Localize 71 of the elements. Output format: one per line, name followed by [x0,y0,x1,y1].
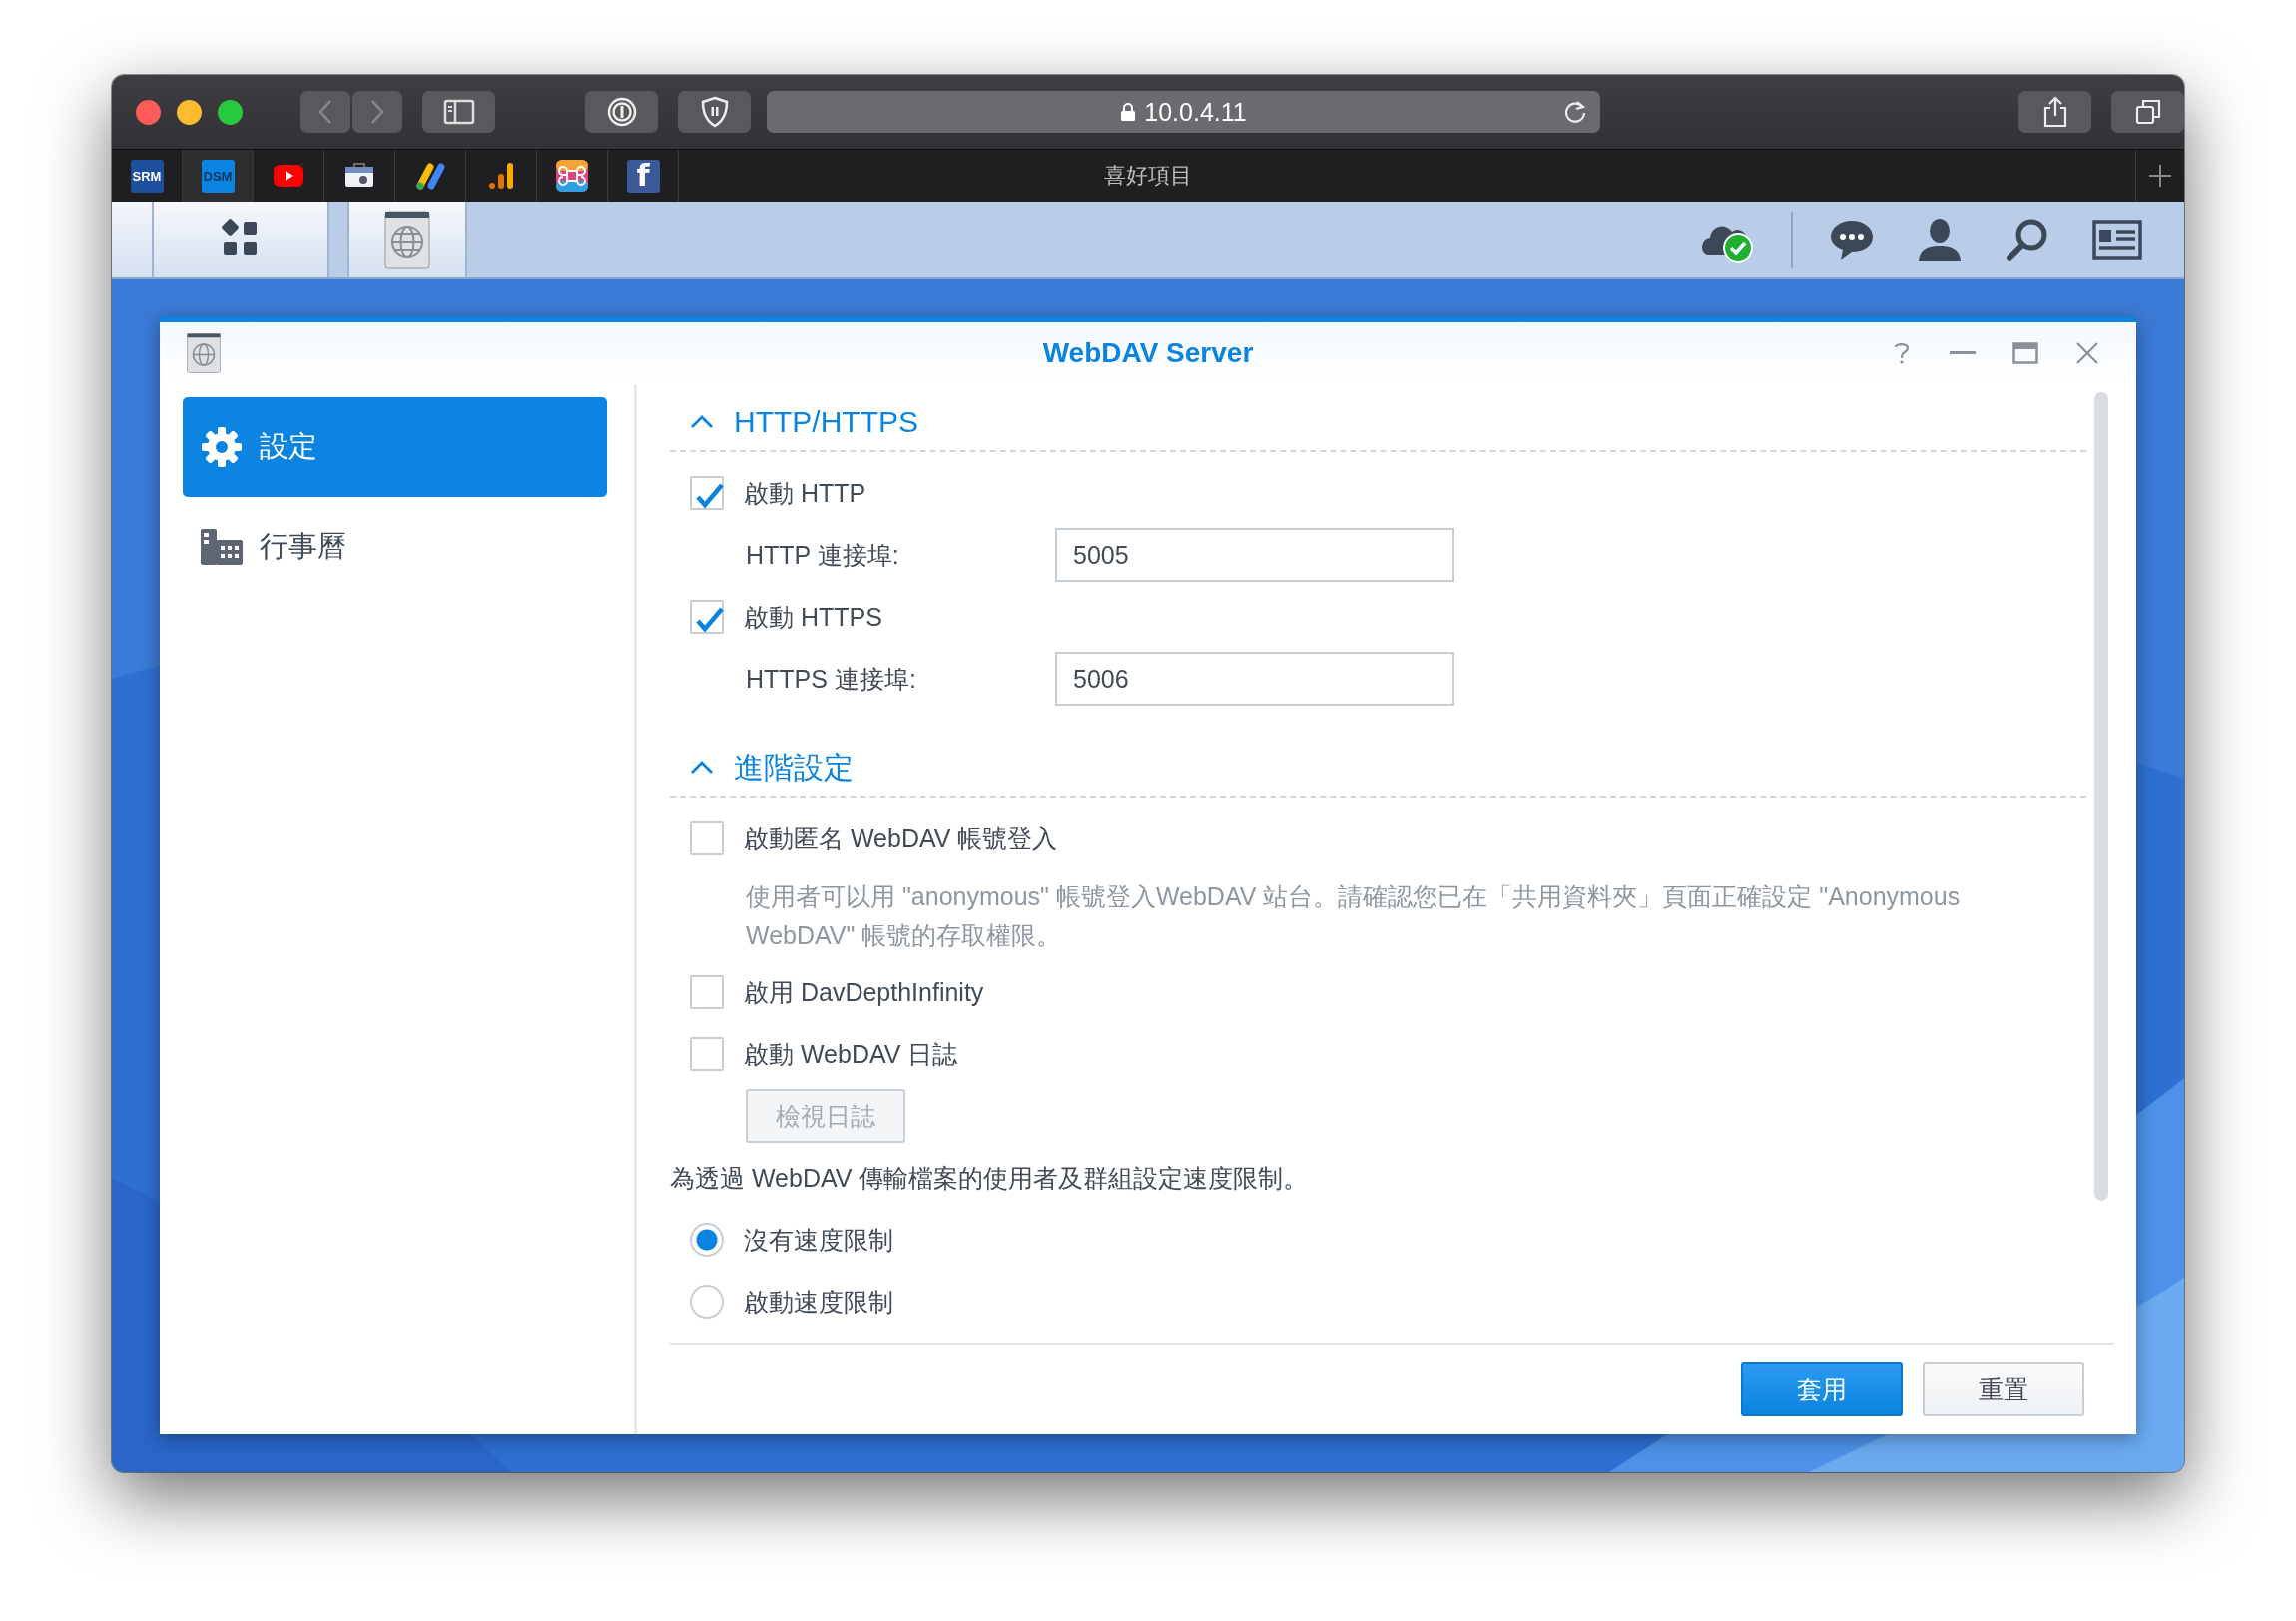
sidebar-button[interactable] [422,91,495,133]
calendar-icon [200,528,244,566]
sidebar-item[interactable]: 行事曆 [183,497,607,597]
radio-label: 沒有速度限制 [744,1224,893,1256]
back-button[interactable] [300,91,350,133]
checkbox-label: 啟動 HTTP [744,477,866,509]
checkbox-label: 啟動 HTTPS [744,601,882,633]
close-icon[interactable] [2075,341,2099,365]
chat-bubble-icon[interactable] [1829,218,1875,262]
apply-button[interactable]: 套用 [1741,1362,1903,1416]
input-field[interactable]: 5006 [1055,652,1454,706]
toolbox-icon[interactable] [344,163,374,189]
globe-drive-icon [186,332,222,374]
sidebar-icon [442,99,475,125]
checkbox[interactable] [690,1037,724,1071]
field-label: HTTPS 連接埠: [746,663,917,695]
tabs-overview-button[interactable] [2111,91,2184,133]
radio-button[interactable] [690,1223,724,1257]
bookmark-logo[interactable]: f [626,159,660,193]
minimize-window-button[interactable] [177,99,202,125]
minimize-icon[interactable] [1950,351,1976,355]
section-title[interactable]: 進階設定 [734,747,854,789]
main-menu-button[interactable] [154,202,329,277]
reset-button[interactable]: 重置 [1923,1362,2084,1416]
favorites-title: 喜好項目 [1104,162,1192,190]
field-label: HTTP 連接埠: [746,539,900,571]
bar-chart-icon[interactable] [488,161,514,191]
help-text: 使用者可以用 "anonymous" 帳號登入WebDAV 站台。請確認您已在「共用資料夾」頁面正確設定 "Anonymous WebDAV" 帳號的存取權限。 [745,881,1962,951]
checkbox-label: 啟用 DavDepthInfinity [744,976,984,1008]
user-icon[interactable] [1917,217,1963,263]
section-title[interactable]: HTTP/HTTPS [734,405,918,439]
window-title: WebDAV Server [1042,337,1254,369]
checkbox[interactable] [690,476,724,510]
url-text: 10.0.4.11 [1144,97,1247,127]
tabs-icon [2133,98,2162,126]
chevron-up-icon[interactable] [690,415,714,429]
chevron-up-icon[interactable] [690,761,714,775]
gear-icon [200,425,244,469]
play-icon[interactable] [274,165,303,187]
slanted-bars-icon[interactable] [414,162,446,190]
zoom-window-button[interactable] [218,99,243,125]
scrollbar[interactable] [2094,392,2108,1201]
webdav-app-button[interactable] [347,202,467,277]
shield-icon [699,96,730,128]
checkbox[interactable] [690,821,724,855]
globe-drive-icon [383,210,431,270]
description-text: 為透過 WebDAV 傳輸檔案的使用者及群組設定速度限制。 [670,1162,1309,1194]
checkbox[interactable] [690,600,724,634]
checkbox[interactable] [690,975,724,1009]
shield-button[interactable] [678,91,751,133]
reload-icon[interactable] [1562,99,1588,125]
share-icon [2041,96,2068,128]
close-window-button[interactable] [136,99,161,125]
forward-button[interactable] [352,91,402,133]
lock-icon [1120,102,1137,122]
id-card-icon[interactable] [2092,220,2142,260]
radio-label: 啟動速度限制 [744,1286,893,1318]
share-button[interactable] [2018,91,2091,133]
sidebar-item[interactable]: 設定 [183,397,607,497]
address-bar[interactable]: 10.0.4.11 [767,91,1600,133]
bookmark-logo[interactable]: DSM [201,159,235,193]
command-key-icon[interactable] [556,160,588,192]
password-manager-button[interactable] [585,91,658,133]
maximize-icon[interactable] [2012,342,2038,364]
plus-icon [2149,165,2171,187]
checkbox-label: 啟動 WebDAV 日誌 [744,1038,958,1070]
bookmark-logo[interactable]: SRM [130,159,164,193]
radio-button[interactable] [690,1285,724,1319]
keyhole-circle-icon [605,96,638,128]
checkbox-label: 啟動匿名 WebDAV 帳號登入 [744,822,1058,854]
input-field[interactable]: 5005 [1055,528,1454,582]
